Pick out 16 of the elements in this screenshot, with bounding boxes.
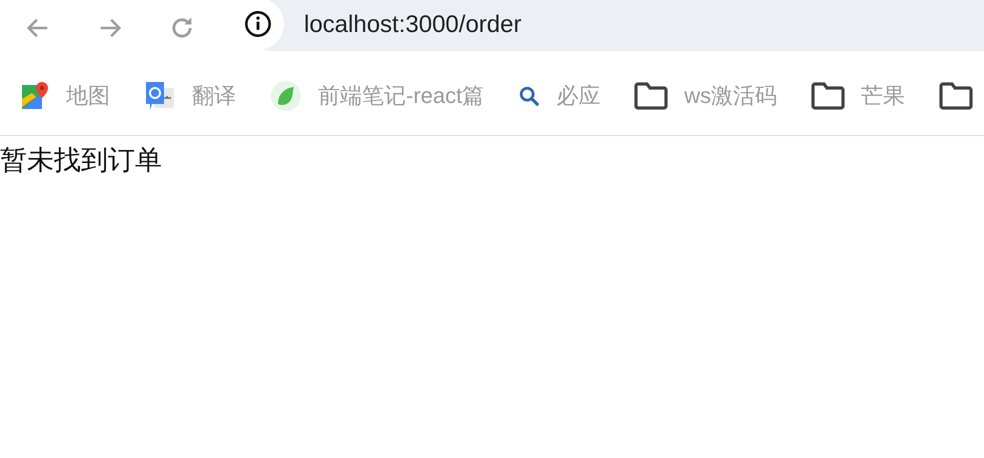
bookmark-item[interactable]: 地图 <box>20 79 110 112</box>
leaf-icon <box>270 80 302 112</box>
translate-icon <box>144 80 176 112</box>
bookmark-item[interactable]: ws激活码 <box>634 79 778 112</box>
url-text: localhost:3000/order <box>304 10 522 40</box>
empty-message: 暂未找到订单 <box>0 144 163 176</box>
bookmark-item[interactable]: 必应 <box>518 79 600 112</box>
search-icon <box>518 84 540 106</box>
folder-icon[interactable] <box>939 82 974 110</box>
folder-icon <box>634 82 668 110</box>
bookmark-item[interactable]: 芒果 <box>811 79 906 112</box>
bookmark-item[interactable]: 翻译 <box>144 79 236 112</box>
info-icon[interactable] <box>244 10 272 38</box>
folder-icon <box>811 82 846 110</box>
map-pin-icon <box>20 80 50 110</box>
bookmark-item[interactable]: 前端笔记-react篇 <box>270 79 484 112</box>
